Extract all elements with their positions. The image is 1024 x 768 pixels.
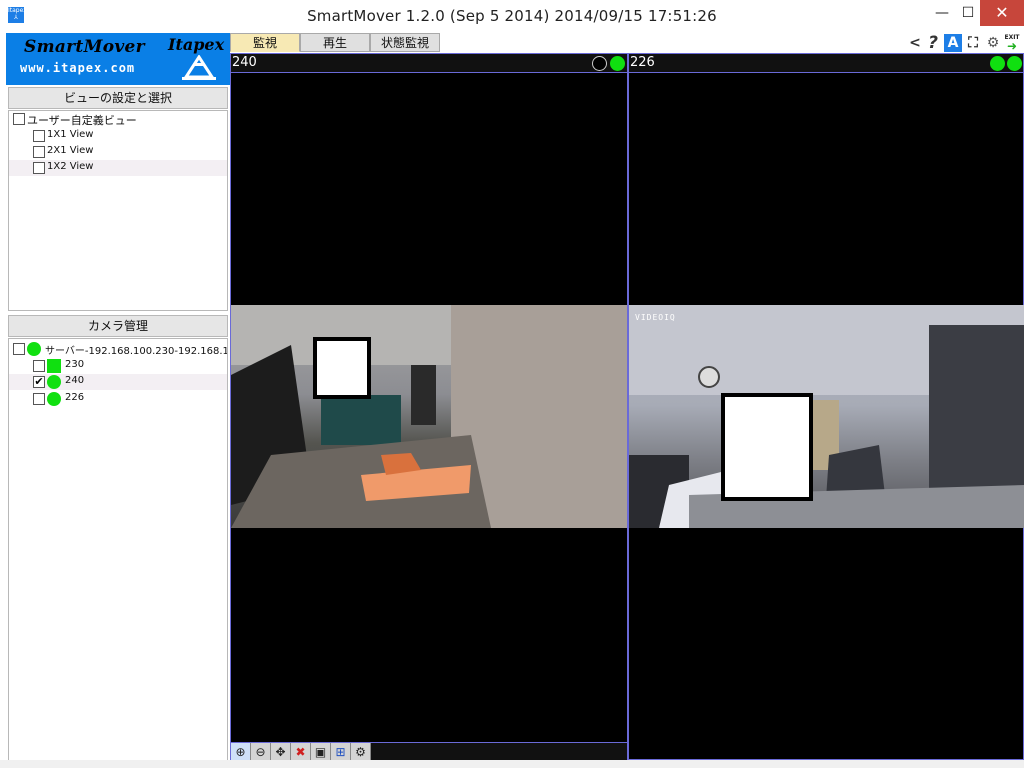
tree-item-label: 2X1 View	[47, 145, 94, 156]
checkbox[interactable]	[33, 130, 45, 142]
logo-url: www.itapex.com	[20, 61, 136, 75]
snapshot-icon[interactable]: ▣	[311, 743, 331, 761]
recording-status-icon	[990, 56, 1005, 71]
camera-overlay-text: VIDEOIQ	[635, 313, 676, 322]
connection-status-icon	[1007, 56, 1022, 71]
connection-status-icon	[610, 56, 625, 71]
tree-item-camera-226[interactable]: 226	[9, 391, 227, 407]
tree-item-1x2-view[interactable]: 1X2 View	[9, 160, 227, 176]
close-button[interactable]: ✕	[980, 0, 1024, 26]
status-green-icon	[27, 342, 41, 356]
camera-status-icon	[47, 359, 61, 373]
fullscreen-icon[interactable]: ⛶	[964, 34, 982, 52]
top-toolbar: < ? A ⛶ ⚙ EXIT ➜	[906, 33, 1024, 53]
title-bar: Itapex ⅄ SmartMover 1.2.0 (Sep 5 2014) 20…	[0, 0, 1024, 32]
layout-icon[interactable]: ⊞	[331, 743, 351, 761]
exit-icon[interactable]: EXIT ➜	[1003, 34, 1021, 52]
camera-status-icon	[47, 392, 61, 406]
tree-item-label: 230	[65, 359, 85, 370]
zoom-in-icon[interactable]: ⊕	[231, 743, 251, 761]
checkbox[interactable]	[13, 113, 25, 125]
checkbox[interactable]	[33, 360, 45, 372]
tree-item-camera-240[interactable]: ✔ 240	[9, 374, 227, 390]
camera-tree: サーバー-192.168.100.230-192.168.100 230 ✔ 2…	[8, 338, 228, 763]
back-icon[interactable]: <	[906, 34, 924, 52]
tree-item-label: 1X2 View	[47, 161, 94, 172]
remove-icon[interactable]: ✖	[291, 743, 311, 761]
privacy-mask	[313, 337, 371, 399]
itapex-logo-icon	[182, 55, 216, 80]
tab-status-monitor[interactable]: 状態監視	[370, 33, 440, 52]
checkbox[interactable]: ✔	[33, 376, 45, 388]
pane-header: 240	[231, 54, 627, 73]
tree-item-2x1-view[interactable]: 2X1 View	[9, 144, 227, 160]
logo-banner: SmartMover Itapex www.itapex.com	[6, 33, 230, 85]
checkbox[interactable]	[33, 162, 45, 174]
pane-settings-icon[interactable]: ⚙	[351, 743, 371, 761]
tab-playback[interactable]: 再生	[300, 33, 370, 52]
tree-item-label: サーバー-192.168.100.230-192.168.100	[45, 346, 228, 357]
camera-management-button[interactable]: カメラ管理	[8, 315, 228, 337]
pane-camera-label: 240	[232, 55, 257, 70]
video-pane-226[interactable]: 226 VIDEOIQ	[628, 53, 1024, 760]
tree-item-user-view[interactable]: ユーザー自定義ビュー	[9, 111, 227, 127]
tree-item-label: 1X1 View	[47, 129, 94, 140]
pane-camera-label: 226	[630, 55, 655, 70]
tree-item-label: 240	[65, 375, 85, 386]
tree-item-1x1-view[interactable]: 1X1 View	[9, 128, 227, 144]
video-area: 240 ⊕ ⊖ ✥ ✖ ▣ ⊞ ⚙ 226 VIDEOIQ	[230, 53, 1024, 761]
checkbox[interactable]	[33, 146, 45, 158]
camera-feed-image	[231, 305, 627, 528]
tree-item-label: ユーザー自定義ビュー	[27, 114, 137, 127]
camera-feed-image	[629, 305, 1024, 528]
status-bar	[0, 760, 1024, 768]
tree-item-server[interactable]: サーバー-192.168.100.230-192.168.100	[9, 341, 227, 357]
tree-item-label: 226	[65, 392, 85, 403]
settings-icon[interactable]: ⚙	[984, 34, 1002, 52]
video-frame-226: VIDEOIQ	[629, 305, 1024, 528]
logo-product-name: SmartMover	[24, 37, 145, 57]
recording-status-icon	[592, 56, 607, 71]
left-panel: SmartMover Itapex www.itapex.com ビューの設定と…	[6, 33, 230, 763]
camera-status-icon	[47, 375, 61, 389]
itapex-logo-icon[interactable]: A	[944, 34, 962, 52]
window-title: SmartMover 1.2.0 (Sep 5 2014) 2014/09/15…	[307, 7, 717, 25]
zoom-out-icon[interactable]: ⊖	[251, 743, 271, 761]
video-pane-240[interactable]: 240 ⊕ ⊖ ✥ ✖ ▣ ⊞ ⚙	[230, 53, 628, 761]
tab-monitor[interactable]: 監視	[230, 33, 300, 52]
video-frame-240	[231, 305, 627, 528]
move-icon[interactable]: ✥	[271, 743, 291, 761]
checkbox[interactable]	[13, 343, 25, 355]
checkbox[interactable]	[33, 393, 45, 405]
pane-header: 226	[629, 54, 1023, 73]
logo-brand-name: Itapex	[168, 35, 225, 54]
view-settings-button[interactable]: ビューの設定と選択	[8, 87, 228, 109]
help-icon[interactable]: ?	[924, 34, 942, 52]
tree-item-camera-230[interactable]: 230	[9, 358, 227, 374]
view-tree: ユーザー自定義ビュー 1X1 View 2X1 View 1X2 View	[8, 110, 228, 311]
pane-bottom-toolbar: ⊕ ⊖ ✥ ✖ ▣ ⊞ ⚙	[231, 742, 627, 761]
privacy-mask	[721, 393, 813, 501]
